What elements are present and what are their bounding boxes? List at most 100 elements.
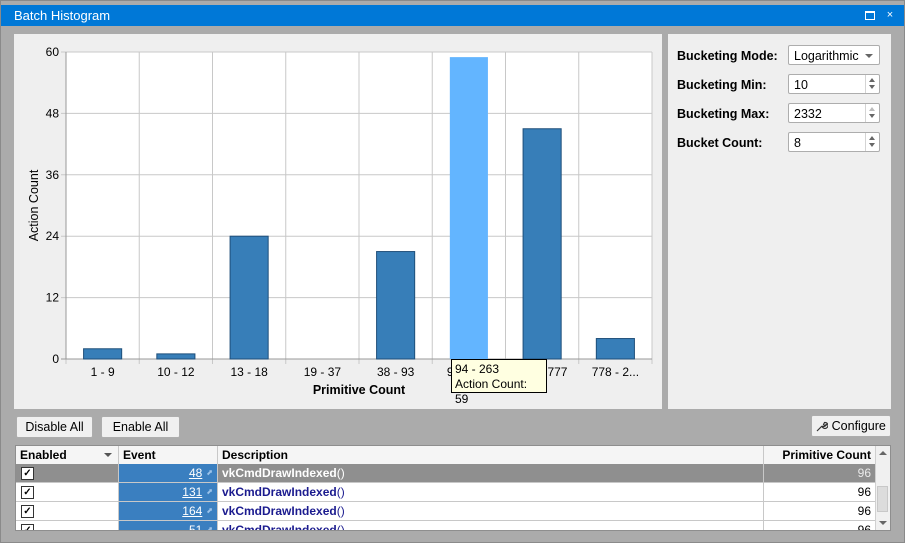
- spinner-arrows-icon[interactable]: [865, 104, 879, 122]
- batch-histogram-window: Batch Histogram × 0 12 24 36 48 60 1 - 9 10 - 1…: [0, 0, 905, 543]
- bar: [83, 348, 123, 360]
- bar: [229, 235, 269, 360]
- description-text: vkCmdDrawIndexed: [222, 523, 337, 531]
- scroll-up-icon[interactable]: [879, 451, 887, 455]
- scrollbar-thumb[interactable]: [877, 486, 888, 512]
- external-link-icon[interactable]: ⬈: [206, 464, 213, 482]
- y-tick-label: 48: [46, 106, 60, 120]
- external-link-icon[interactable]: ⬈: [206, 502, 213, 520]
- title-bar: Batch Histogram ×: [1, 5, 904, 26]
- bucketing-min-label: Bucketing Min:: [677, 78, 767, 92]
- window-title: Batch Histogram: [14, 8, 111, 23]
- y-tick-label: 0: [52, 352, 59, 366]
- column-header-description[interactable]: Description: [218, 446, 764, 464]
- column-header-enabled[interactable]: Enabled: [16, 446, 119, 464]
- description-parens: (): [336, 523, 345, 531]
- bucket-count-spinbox[interactable]: 8: [788, 132, 880, 152]
- event-link[interactable]: 48: [189, 466, 202, 480]
- event-link[interactable]: 131: [182, 485, 202, 499]
- settings-panel: Bucketing Mode: Logarithmic Bucketing Mi…: [668, 34, 891, 409]
- description-cell: vkCmdDrawIndexed(): [218, 464, 764, 482]
- table-row[interactable]: ✓ 48 ⬈ vkCmdDrawIndexed() 96: [16, 464, 876, 483]
- table-row[interactable]: ✓ 51 ⬈ vkCmdDrawIndexed() 96: [16, 521, 876, 531]
- bucket-count-label: Bucket Count:: [677, 136, 763, 150]
- event-cell: 164 ⬈: [119, 502, 218, 520]
- spinner-arrows-icon[interactable]: [865, 133, 879, 151]
- histogram-chart: 0 12 24 36 48 60 1 - 9 10 - 12 13 - 18 19 - 37 38 …: [27, 45, 653, 397]
- table-row[interactable]: ✓ 164 ⬈ vkCmdDrawIndexed() 96: [16, 502, 876, 521]
- scroll-down-icon[interactable]: [879, 521, 887, 525]
- maximize-icon: [865, 11, 875, 20]
- enabled-cell: ✓: [16, 502, 119, 520]
- enabled-checkbox[interactable]: ✓: [21, 467, 34, 480]
- tooltip-range: 94 - 263: [455, 362, 500, 376]
- enable-all-button[interactable]: Enable All: [101, 416, 180, 438]
- bucketing-max-row: Bucketing Max: 2332: [677, 103, 887, 125]
- x-tick-label: 38 - 93: [377, 365, 415, 379]
- description-text: vkCmdDrawIndexed: [222, 485, 337, 499]
- enabled-checkbox[interactable]: ✓: [21, 524, 34, 530]
- bucket-count-row: Bucket Count: 8: [677, 132, 887, 154]
- bar: [156, 353, 196, 360]
- description-text: vkCmdDrawIndexed: [222, 466, 337, 480]
- column-header-primitive-count[interactable]: Primitive Count: [764, 446, 876, 464]
- table-row[interactable]: ✓ 131 ⬈ vkCmdDrawIndexed() 96: [16, 483, 876, 502]
- events-table: Enabled Event Description Primitive Coun…: [15, 445, 891, 531]
- bar: [376, 251, 416, 360]
- maximize-button[interactable]: [863, 7, 877, 23]
- close-icon: ×: [886, 9, 894, 21]
- column-header-event[interactable]: Event: [119, 446, 218, 464]
- bucketing-mode-dropdown[interactable]: Logarithmic: [788, 45, 880, 65]
- histogram-chart-panel: 0 12 24 36 48 60 1 - 9 10 - 12 13 - 18 19 - 37 38 …: [14, 34, 662, 409]
- description-cell: vkCmdDrawIndexed(): [218, 483, 764, 501]
- x-axis-title: Primitive Count: [313, 383, 406, 397]
- bucketing-mode-label: Bucketing Mode:: [677, 49, 778, 63]
- description-parens: (): [336, 466, 345, 480]
- x-tick-label: 19 - 37: [304, 365, 342, 379]
- external-link-icon[interactable]: ⬈: [206, 521, 213, 530]
- enabled-cell: ✓: [16, 464, 119, 482]
- bucketing-max-value: 2332: [794, 107, 822, 121]
- y-tick-label: 12: [46, 291, 60, 305]
- bar-tooltip: 94 - 263 Action Count: 59: [451, 359, 547, 406]
- table-vertical-scrollbar[interactable]: [875, 446, 890, 530]
- x-tick-label: 1 - 9: [91, 365, 115, 379]
- primitive-count-cell: 96: [764, 464, 876, 482]
- enabled-cell: ✓: [16, 521, 119, 530]
- primitive-count-cell: 96: [764, 483, 876, 501]
- event-link[interactable]: 164: [182, 504, 202, 518]
- primitive-count-cell: 96: [764, 521, 876, 530]
- description-cell: vkCmdDrawIndexed(): [218, 521, 764, 531]
- bucketing-min-spinbox[interactable]: 10: [788, 74, 880, 94]
- close-button[interactable]: ×: [883, 7, 897, 23]
- spinner-arrows-icon[interactable]: [865, 75, 879, 93]
- x-tick-label: 13 - 18: [230, 365, 268, 379]
- disable-all-button[interactable]: Disable All: [16, 416, 93, 438]
- bar: [522, 128, 562, 360]
- bar-highlighted: [449, 57, 488, 359]
- event-cell: 51 ⬈: [119, 521, 218, 530]
- enabled-checkbox[interactable]: ✓: [21, 505, 34, 518]
- y-tick-label: 24: [46, 229, 60, 243]
- y-tick-label: 60: [46, 45, 60, 59]
- description-parens: (): [336, 504, 345, 518]
- event-cell: 131 ⬈: [119, 483, 218, 501]
- configure-button[interactable]: Configure: [811, 415, 891, 437]
- external-link-icon[interactable]: ⬈: [206, 483, 213, 501]
- bucketing-mode-row: Bucketing Mode: Logarithmic: [677, 45, 887, 67]
- enabled-checkbox[interactable]: ✓: [21, 486, 34, 499]
- chevron-down-icon: [865, 54, 873, 58]
- bucketing-mode-value: Logarithmic: [794, 49, 859, 63]
- y-axis-title: Action Count: [27, 169, 41, 241]
- primitive-count-cell: 96: [764, 502, 876, 520]
- bucketing-max-label: Bucketing Max:: [677, 107, 770, 121]
- wrench-icon: [816, 418, 829, 432]
- event-link[interactable]: 51: [189, 523, 202, 530]
- bucketing-min-row: Bucketing Min: 10: [677, 74, 887, 96]
- x-tick-label: 778 - 2...: [592, 365, 639, 379]
- description-parens: (): [336, 485, 345, 499]
- table-header: Enabled Event Description Primitive Coun…: [16, 446, 876, 465]
- bucketing-min-value: 10: [794, 78, 808, 92]
- bucketing-max-spinbox[interactable]: 2332: [788, 103, 880, 123]
- event-cell: 48 ⬈: [119, 464, 218, 482]
